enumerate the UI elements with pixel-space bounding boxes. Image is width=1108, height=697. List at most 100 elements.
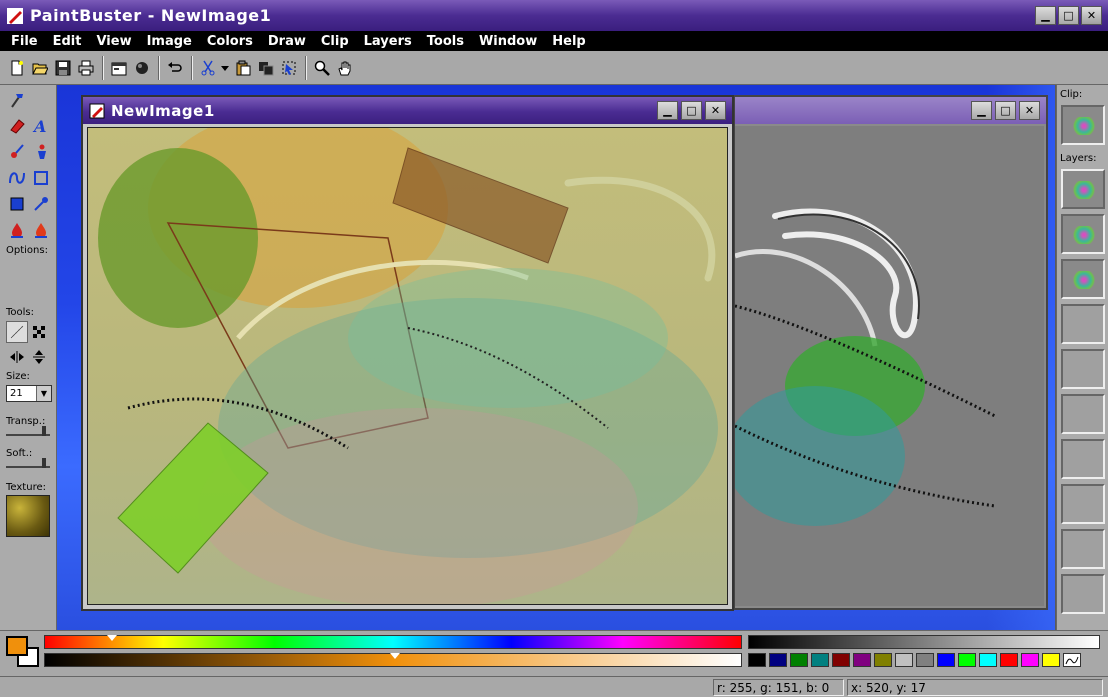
color-swatch[interactable] [874, 653, 892, 667]
layer-preview-window[interactable]: ▁ □ ✕ [733, 95, 1048, 610]
empty-layer-slot[interactable] [1061, 574, 1105, 614]
tool-curve[interactable] [6, 167, 28, 189]
color-swatch[interactable] [916, 653, 934, 667]
transparency-slider[interactable] [6, 426, 50, 436]
close-icon: ✕ [1086, 9, 1097, 22]
layer-preview-canvas[interactable] [735, 126, 1044, 606]
color-swatch[interactable] [769, 653, 787, 667]
copy-icon [258, 61, 273, 75]
layer-thumbnail[interactable] [1061, 169, 1105, 209]
softness-slider[interactable] [6, 458, 50, 468]
menu-draw[interactable]: Draw [261, 34, 314, 49]
color-selector[interactable] [6, 636, 40, 668]
shade-ramp[interactable] [44, 653, 742, 667]
tool-text[interactable]: A [30, 115, 52, 137]
color-swatch[interactable] [748, 653, 766, 667]
color-swatch[interactable] [1000, 653, 1018, 667]
shade-marker[interactable] [390, 653, 400, 659]
image-window[interactable]: NewImage1 ▁ □ ✕ [81, 95, 734, 611]
color-swatch[interactable] [790, 653, 808, 667]
size-value: 21 [10, 388, 23, 399]
menu-tools[interactable]: Tools [420, 34, 472, 49]
new-file-button[interactable] [6, 57, 27, 78]
layer-thumbnail[interactable] [1061, 259, 1105, 299]
color-swatch[interactable] [895, 653, 913, 667]
menu-help[interactable]: Help [545, 34, 593, 49]
custom-color-icon[interactable] [1063, 653, 1081, 667]
print-button[interactable] [75, 57, 96, 78]
color-swatch[interactable] [832, 653, 850, 667]
empty-layer-slot[interactable] [1061, 304, 1105, 344]
image-canvas[interactable] [87, 127, 728, 605]
tool-option-scatter[interactable] [28, 321, 50, 343]
softness-slider-knob[interactable] [42, 458, 46, 468]
color-swatch[interactable] [811, 653, 829, 667]
menu-view[interactable]: View [89, 34, 139, 49]
menu-colors[interactable]: Colors [200, 34, 261, 49]
color-swatch[interactable] [1042, 653, 1060, 667]
menu-clip[interactable]: Clip [314, 34, 357, 49]
tool-eyedropper[interactable] [30, 193, 52, 215]
empty-layer-slot[interactable] [1061, 484, 1105, 524]
color-swatch[interactable] [958, 653, 976, 667]
menu-file[interactable]: File [4, 34, 46, 49]
color-swatch[interactable] [1021, 653, 1039, 667]
foreground-color[interactable] [6, 636, 28, 656]
tool-gradient-fill[interactable] [30, 219, 52, 241]
copy-button[interactable] [255, 57, 276, 78]
color-swatch[interactable] [853, 653, 871, 667]
paste-button[interactable] [232, 57, 253, 78]
empty-layer-slot[interactable] [1061, 394, 1105, 434]
empty-layer-slot[interactable] [1061, 529, 1105, 569]
tool-brush[interactable] [6, 141, 28, 163]
preview-minimize-button[interactable]: ▁ [971, 101, 992, 120]
menu-layers[interactable]: Layers [357, 34, 420, 49]
cut-button[interactable] [197, 57, 218, 78]
tool-filled-rectangle[interactable] [6, 193, 28, 215]
open-button[interactable] [29, 57, 50, 78]
image-close-button[interactable]: ✕ [705, 101, 726, 120]
tool-rectangle[interactable] [30, 167, 52, 189]
texture-swatch[interactable] [6, 495, 50, 537]
transparency-slider-knob[interactable] [42, 426, 46, 436]
menu-window[interactable]: Window [472, 34, 545, 49]
tool-hammer[interactable] [6, 89, 28, 111]
menu-image[interactable]: Image [140, 34, 200, 49]
menu-edit[interactable]: Edit [46, 34, 90, 49]
tool-eraser[interactable] [6, 115, 28, 137]
empty-layer-slot[interactable] [1061, 349, 1105, 389]
hue-spectrum[interactable] [44, 635, 742, 649]
layer-thumbnail[interactable] [1061, 214, 1105, 254]
filled-rectangle-icon [10, 197, 24, 211]
close-button[interactable]: ✕ [1081, 6, 1102, 25]
sphere-button[interactable] [131, 57, 152, 78]
close-icon: ✕ [1024, 104, 1035, 117]
clip-thumbnail[interactable] [1061, 105, 1105, 145]
flip-horizontal-icon [10, 351, 24, 363]
preview-maximize-button[interactable]: □ [995, 101, 1016, 120]
empty-layer-slot[interactable] [1061, 439, 1105, 479]
undo-button[interactable] [164, 57, 185, 78]
grayscale-ramp[interactable] [748, 635, 1100, 649]
select-button[interactable] [278, 57, 299, 78]
hue-marker[interactable] [107, 635, 117, 641]
preview-close-button[interactable]: ✕ [1019, 101, 1040, 120]
app-icon [7, 7, 23, 24]
minimize-button[interactable]: ▁ [1035, 6, 1056, 25]
maximize-button[interactable]: □ [1058, 6, 1079, 25]
properties-button[interactable] [108, 57, 129, 78]
size-dropdown[interactable]: 21 ▼ [6, 385, 52, 402]
hand-button[interactable] [334, 57, 355, 78]
tool-fill[interactable] [6, 219, 28, 241]
image-maximize-button[interactable]: □ [681, 101, 702, 120]
tool-stamp[interactable] [30, 141, 52, 163]
image-minimize-button[interactable]: ▁ [657, 101, 678, 120]
zoom-button[interactable] [311, 57, 332, 78]
tool-option-line[interactable] [6, 321, 28, 343]
color-swatch[interactable] [937, 653, 955, 667]
cut-dropdown-button[interactable] [220, 57, 230, 78]
save-button[interactable] [52, 57, 73, 78]
tool-option-flip-vertical[interactable] [28, 346, 50, 368]
color-swatch[interactable] [979, 653, 997, 667]
tool-option-flip-horizontal[interactable] [6, 346, 28, 368]
